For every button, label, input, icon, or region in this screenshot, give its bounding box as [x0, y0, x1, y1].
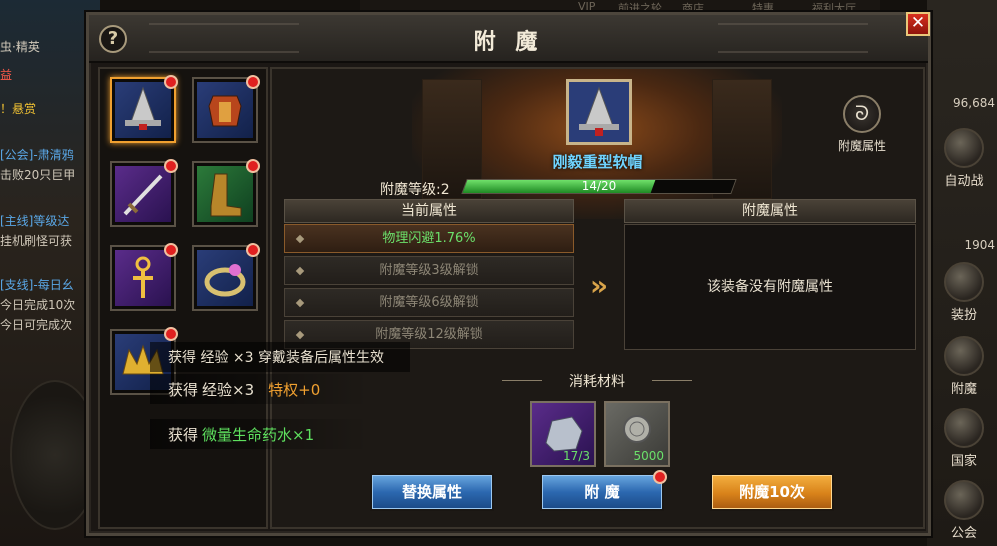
reward-prefix: 获得: [168, 425, 199, 444]
side-button-label: 国家: [950, 454, 977, 469]
attr-text: 附魔等级12级解锁: [375, 327, 483, 342]
quest-line: 虫·精英: [0, 40, 40, 54]
close-button[interactable]: ✕: [906, 12, 930, 36]
boots-icon: [197, 166, 253, 222]
reward-extra: 特权+0: [268, 380, 321, 399]
equip-slot-ring[interactable]: [192, 243, 260, 311]
side-button-label: 装扮: [950, 308, 977, 323]
quest-line: [公会]-肃清鸦: [0, 148, 74, 162]
enchant-side-button[interactable]: 附魔: [935, 336, 993, 397]
reward-toast: 获得 经验×3 特权+0: [150, 374, 370, 404]
equip-slot-necklace[interactable]: [110, 243, 178, 311]
quest-line: 益: [0, 68, 13, 82]
progress-text: 14/20: [581, 179, 617, 193]
material-count: 5000: [633, 449, 664, 463]
side-button-label: 附魔: [950, 382, 977, 397]
notification-dot: [246, 75, 260, 89]
enchant-icon: [944, 336, 984, 376]
quest-line: 今日完成10次: [0, 298, 76, 312]
notification-dot: [164, 243, 178, 257]
guild-button[interactable]: 公会: [935, 480, 993, 541]
attr-row[interactable]: 附魔等级3级解锁: [284, 256, 574, 285]
diamond-icon: [295, 298, 305, 308]
equip-slot-hat[interactable]: [110, 75, 178, 143]
current-attrs-header: 当前属性: [284, 199, 574, 223]
enchant-level-label: 附魔等级:2: [380, 182, 450, 198]
attr-row[interactable]: 物理闪避1.76%: [284, 224, 574, 253]
diamond-icon: [295, 330, 305, 340]
attr-text: 附魔等级3级解锁: [379, 263, 479, 278]
sword-icon: [115, 166, 171, 222]
appearance-button[interactable]: 装扮: [935, 262, 993, 323]
equip-slot-armor[interactable]: [192, 75, 260, 143]
material-slot-coin[interactable]: 5000: [604, 401, 670, 467]
reward-toast-partial: 获得 经验 ×3 穿戴装备后属性生效: [150, 342, 410, 372]
panel-title: 附 魔: [473, 29, 544, 55]
quest-line: ！悬赏: [0, 102, 37, 116]
reward-text: 获得 经验 ×3 穿戴装备后属性生效: [168, 350, 384, 366]
quest-line: 挂机刷怪可获: [0, 234, 73, 248]
equip-slot-sword[interactable]: [110, 159, 178, 227]
quest-line: [主线]等级达: [0, 214, 70, 228]
enchant-10x-button[interactable]: 附魔10次: [710, 473, 834, 511]
nation-button[interactable]: 国家: [935, 408, 993, 469]
notification-dot: [164, 75, 178, 89]
notification-dot: [246, 159, 260, 173]
equip-slot-boots[interactable]: [192, 159, 260, 227]
auto-battle-button[interactable]: 自动战: [935, 128, 993, 189]
enchant-attr-button[interactable]: ᘐ 附魔属性: [827, 95, 897, 154]
equipment-list: [98, 67, 268, 529]
enchant-attrs-header: 附魔属性: [624, 199, 916, 223]
enchant-attr-label: 附魔属性: [837, 139, 886, 153]
material-count: 17/3: [563, 449, 590, 463]
enchant-content: 刚毅重型软帽 ᘐ 附魔属性 附魔等级:2 14/20 当前属性 物理闪避1.76…: [270, 67, 925, 529]
diamond-icon: [295, 266, 305, 276]
sword-icon: [944, 128, 984, 168]
ankh-necklace-icon: [115, 250, 171, 306]
reward-prefix: 获得: [168, 380, 199, 399]
hat-icon: [115, 82, 171, 138]
reward-item: 微量生命药水×1: [202, 425, 315, 444]
attr-row[interactable]: 附魔等级6级解锁: [284, 288, 574, 317]
notification-dot: [653, 470, 667, 484]
attr-text: 附魔等级6级解锁: [379, 295, 479, 310]
selected-item-frame: [566, 79, 632, 145]
enchant-attrs-empty: 该装备没有附魔属性: [624, 224, 916, 350]
material-slot-stone[interactable]: 17/3: [530, 401, 596, 467]
castle-icon: [944, 408, 984, 448]
enchant-rune-icon: ᘐ: [843, 95, 881, 133]
side-button-label: 自动战: [944, 174, 984, 189]
ring-icon: [197, 250, 253, 306]
quest-line: 今日可完成次: [0, 318, 73, 332]
notification-dot: [164, 159, 178, 173]
armor-icon: [944, 262, 984, 302]
enchant-panel: ? 附 魔 刚毅重型软帽 ᘐ 附魔属性 附魔等级:2 14/20 当前属性 物理…: [86, 12, 931, 536]
item-name: 刚毅重型软帽: [552, 153, 643, 171]
enchant-button[interactable]: 附 魔: [540, 470, 667, 511]
notification-dot: [164, 327, 178, 341]
replace-attrs-button[interactable]: 替换属性: [370, 473, 494, 511]
enchant-button-label: 附 魔: [584, 483, 620, 501]
armor-icon: [197, 82, 253, 138]
side-button-label: 公会: [950, 526, 977, 541]
hat-icon: [579, 86, 619, 136]
shield-icon: [944, 480, 984, 520]
reward-item: 经验×3: [202, 380, 255, 399]
attr-text: 物理闪避1.76%: [382, 231, 476, 246]
secondary-number: 1904: [964, 238, 995, 252]
quest-line: [支线]-每日幺: [0, 278, 74, 292]
quest-line: 击败20只巨甲: [0, 168, 76, 182]
reward-toast: 获得 微量生命药水×1: [150, 419, 370, 449]
notification-dot: [246, 243, 260, 257]
power-number: 96,684: [953, 96, 995, 110]
materials-title: 消耗材料: [502, 371, 692, 391]
double-chevron-right-icon: »: [590, 269, 609, 302]
diamond-icon: [295, 234, 305, 244]
panel-title-bar: ? 附 魔: [89, 15, 928, 63]
